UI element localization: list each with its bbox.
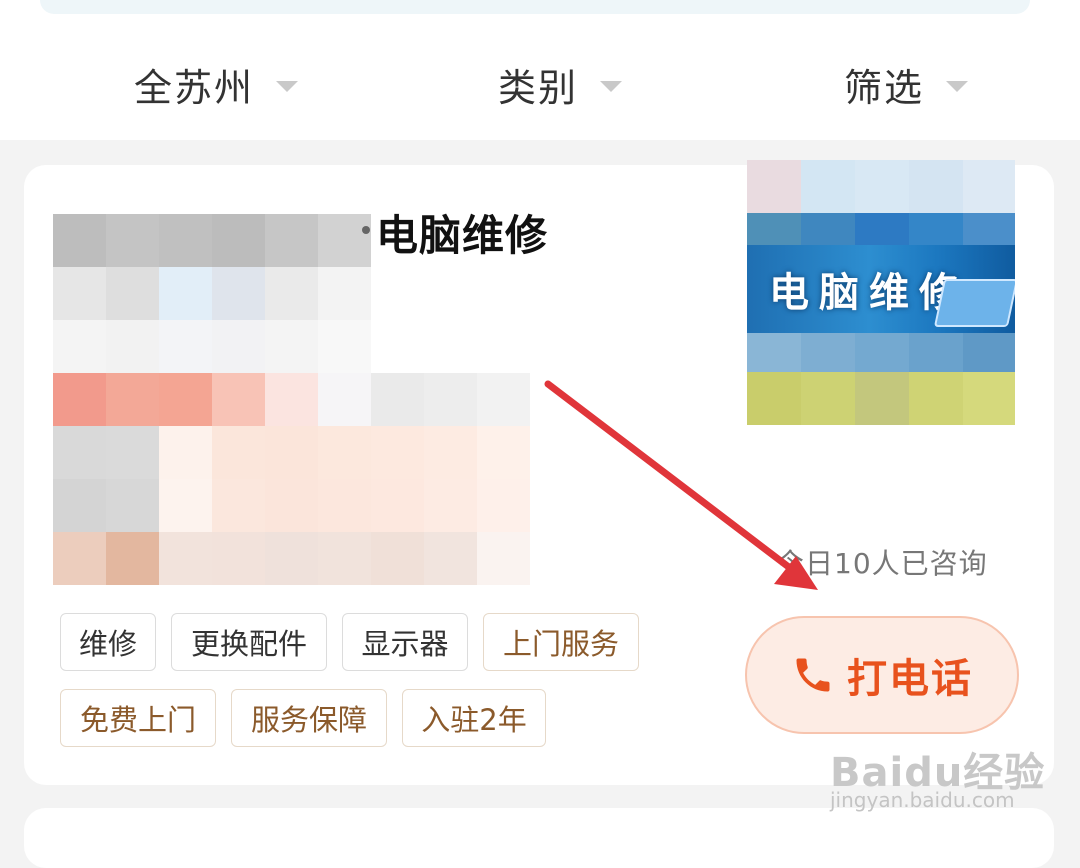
- watermark-url: jingyan.baidu.com: [830, 788, 1015, 812]
- annotation-arrow: [544, 380, 818, 590]
